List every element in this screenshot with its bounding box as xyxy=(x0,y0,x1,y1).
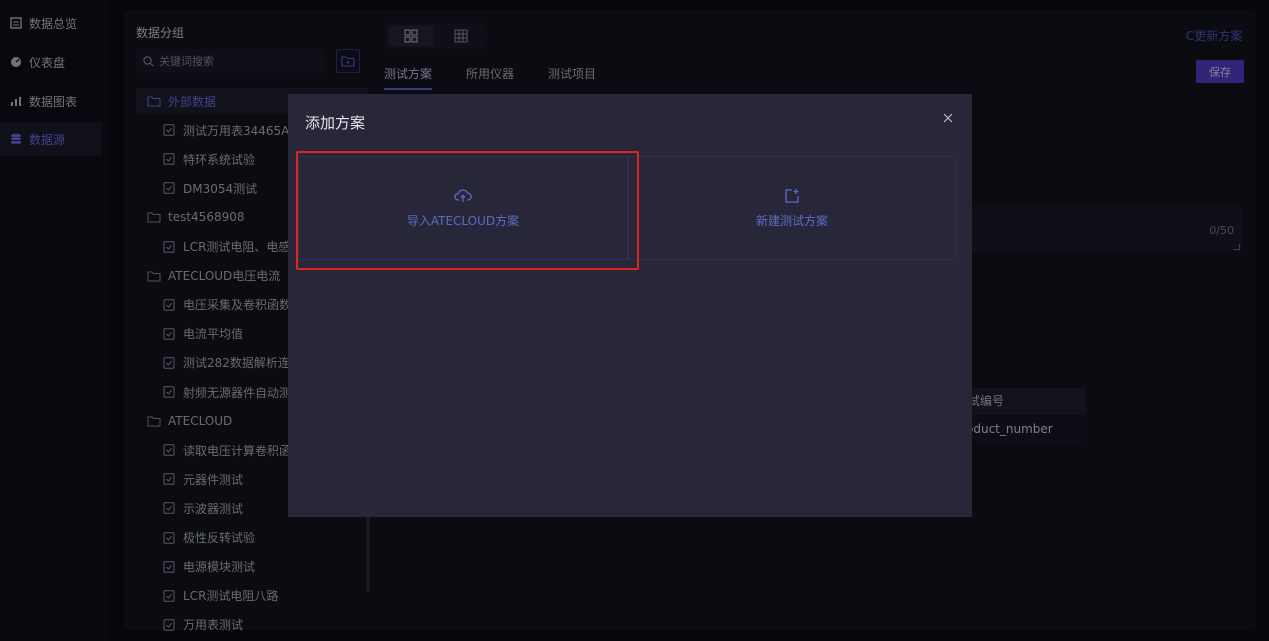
option-label: 新建测试方案 xyxy=(755,213,828,228)
new-test-plan-option[interactable]: 新建测试方案 xyxy=(628,156,956,260)
close-button[interactable] xyxy=(940,110,956,126)
highlight-box xyxy=(296,151,639,270)
modal-title: 添加方案 xyxy=(305,114,366,132)
new-file-icon xyxy=(785,188,799,203)
close-icon xyxy=(943,113,953,123)
app: 数据总览 仪表盘 数据图表 数据源 数据分组 外部数据测试万用表34465A..… xyxy=(0,0,1269,641)
